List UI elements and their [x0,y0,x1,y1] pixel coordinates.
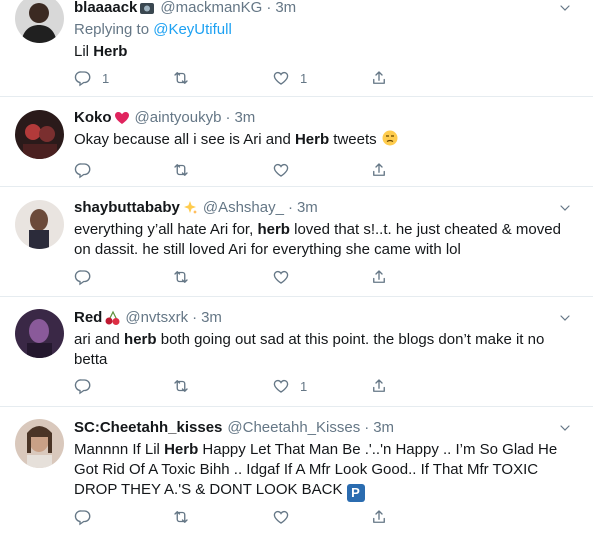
tweet-text: Okay because all i see is Ari and Herb t… [74,130,581,150]
reply-button[interactable] [74,267,102,287]
reply-icon [74,161,92,179]
heart-icon [272,69,290,87]
retweet-button[interactable] [172,160,200,180]
replying-to-link[interactable]: @KeyUtifull [153,21,232,38]
user-handle[interactable]: @mackmanKG [160,0,262,18]
sparkles-icon [182,200,198,216]
tweet-actions: 1 1 [74,68,414,88]
avatar[interactable] [15,309,64,358]
retweet-icon [172,268,190,286]
display-name[interactable]: blaaaack [74,0,137,18]
avatar[interactable] [15,0,64,43]
reply-button[interactable]: 1 [74,68,109,88]
reply-icon [74,69,92,87]
share-icon [370,268,388,286]
like-button[interactable] [272,507,300,527]
user-handle[interactable]: @nvtsxrk [125,308,188,328]
heart-icon [272,377,290,395]
heart-icon [272,268,290,286]
retweet-icon [172,161,190,179]
like-button[interactable] [272,160,300,180]
chevron-down-icon[interactable] [557,0,573,16]
tweet-actions [74,160,414,180]
tweet-5[interactable]: SC:Cheetahh_kisses @Cheetahh_Kisses · 3m… [0,407,593,545]
avatar[interactable] [15,200,64,249]
avatar[interactable] [15,110,64,159]
retweet-button[interactable] [172,507,200,527]
share-icon [370,508,388,526]
display-name[interactable]: shaybuttababy [74,198,180,218]
reply-icon [74,508,92,526]
like-button[interactable]: 1 [272,68,307,88]
share-icon [370,161,388,179]
tweet-actions [74,507,414,527]
retweet-icon [172,508,190,526]
display-name[interactable]: SC:Cheetahh_kisses [74,418,222,438]
heart-icon [272,508,290,526]
retweet-button[interactable] [172,68,200,88]
retweet-icon [172,69,190,87]
chevron-down-icon[interactable] [557,420,573,436]
chevron-down-icon[interactable] [557,310,573,326]
unamused-face-icon [382,130,398,146]
tweet-actions: 1 [74,376,414,396]
timestamp[interactable]: 3m [275,0,296,18]
avatar[interactable] [15,419,64,468]
reply-icon [74,268,92,286]
retweet-button[interactable] [172,376,200,396]
tweet-text: Lil Herb [74,43,128,60]
display-name[interactable]: Koko [74,108,112,128]
tweet-1[interactable]: blaaaack @mackmanKG · 3m Replying to @Ke… [0,0,593,97]
tweet-text: ari and herb both going out sad at this … [74,331,545,368]
replying-to: Replying to @KeyUtifull [74,21,232,38]
share-icon [370,377,388,395]
timestamp[interactable]: 3m [373,418,394,438]
tweet-2[interactable]: Koko @aintyoukyb · 3m Okay because all i… [0,97,593,187]
user-handle[interactable]: @Cheetahh_Kisses [227,418,360,438]
reply-button[interactable] [74,507,102,527]
share-button[interactable] [370,267,388,287]
share-button[interactable] [370,160,388,180]
cherries-icon [104,310,120,326]
red-heart-icon [114,110,130,126]
tweet-4[interactable]: Red @nvtsxrk · 3m ari and herb both goin… [0,297,593,407]
reply-icon [74,377,92,395]
share-button[interactable] [370,507,388,527]
share-button[interactable] [370,376,388,396]
retweet-button[interactable] [172,267,200,287]
badge-emoji-icon [139,0,155,16]
like-button[interactable]: 1 [272,376,307,396]
tweet-text: everything y’all hate Ari for, herb love… [74,221,561,258]
tweet-actions [74,267,414,287]
chevron-down-icon[interactable] [557,200,573,216]
reply-button[interactable] [74,160,102,180]
share-button[interactable] [370,68,388,88]
user-handle[interactable]: @Ashshay_ [203,198,284,218]
heart-icon [272,161,290,179]
user-handle[interactable]: @aintyoukyb [135,108,222,128]
tweet-text: Mannnn If Lil Herb Happy Let That Man Be… [74,441,558,502]
share-icon [370,69,388,87]
tweet-3[interactable]: shaybuttababy @Ashshay_ · 3m everything … [0,187,593,297]
retweet-icon [172,377,190,395]
timestamp[interactable]: 3m [201,308,222,328]
reply-button[interactable] [74,376,102,396]
timestamp[interactable]: 3m [234,108,255,128]
like-button[interactable] [272,267,300,287]
parking-icon: P [346,484,365,502]
display-name[interactable]: Red [74,308,102,328]
timestamp[interactable]: 3m [297,198,318,218]
